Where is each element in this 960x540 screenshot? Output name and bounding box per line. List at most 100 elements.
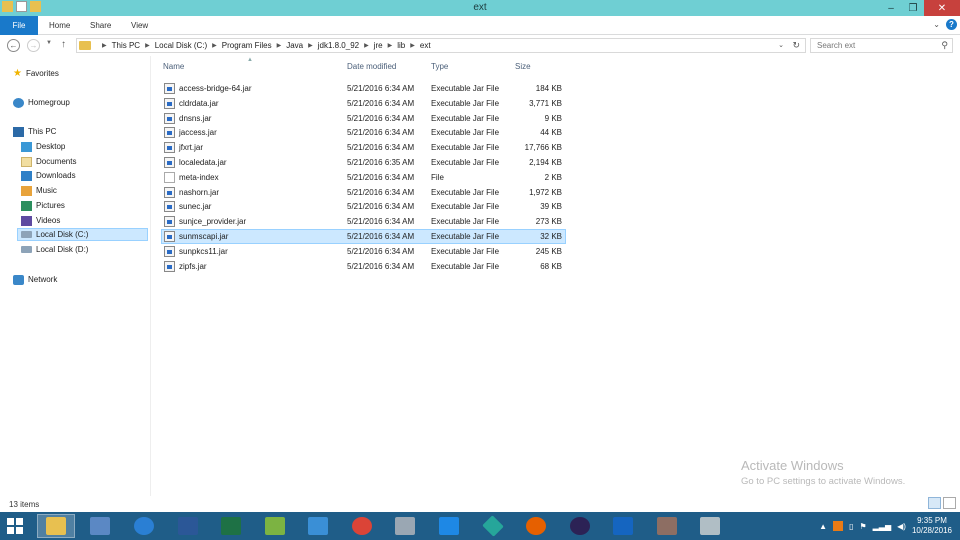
file-type: Executable Jar File	[431, 128, 500, 138]
taskbar-photos[interactable]	[81, 514, 119, 538]
chevron-right-icon[interactable]: ▶	[145, 42, 150, 49]
large-icons-view-button[interactable]	[943, 497, 956, 509]
system-tray: ▲ ▯ ⚑ ▂▃▅ ◀) 9:35 PM 10/28/2016	[819, 512, 952, 540]
nav-music[interactable]: Music	[21, 184, 57, 197]
nav-network[interactable]: Network	[13, 273, 57, 286]
taskbar-notepad-plus[interactable]	[256, 514, 294, 538]
tab-share[interactable]: Share	[90, 16, 111, 35]
taskbar-excel[interactable]	[212, 514, 250, 538]
forward-button[interactable]: →	[27, 39, 40, 52]
nav-downloads[interactable]: Downloads	[21, 169, 76, 182]
column-header-date[interactable]: Date modified	[347, 56, 396, 78]
breadcrumb-java[interactable]: Java	[286, 41, 303, 50]
tray-app-icon[interactable]	[833, 521, 844, 531]
nav-network-label: Network	[28, 275, 58, 284]
nav-favorites[interactable]: ★ Favorites	[13, 67, 59, 80]
show-hidden-icons-icon[interactable]: ▲	[819, 522, 827, 531]
nav-desktop[interactable]: Desktop	[21, 140, 65, 153]
breadcrumb-jdk[interactable]: jdk1.8.0_92	[318, 41, 359, 50]
up-button[interactable]: ↑	[61, 39, 66, 50]
start-button[interactable]	[0, 512, 30, 540]
nav-videos[interactable]: Videos	[21, 214, 60, 227]
taskbar-app-upload[interactable]	[430, 514, 468, 538]
nav-local-disk-c[interactable]: Local Disk (C:)	[17, 228, 148, 241]
close-button[interactable]: ✕	[924, 0, 960, 16]
help-icon[interactable]: ?	[946, 19, 957, 30]
nav-local-disk-d[interactable]: Local Disk (D:)	[21, 243, 88, 256]
file-name: access-bridge-64.jar	[179, 84, 252, 93]
taskbar-app-notes[interactable]	[691, 514, 729, 538]
taskbar-eclipse[interactable]	[561, 514, 599, 538]
column-header-name[interactable]: Name	[163, 56, 184, 78]
breadcrumb-local-disk-c[interactable]: Local Disk (C:)	[155, 41, 207, 50]
taskbar-wireshark[interactable]	[604, 514, 642, 538]
file-row[interactable]: cldrdata.jar 5/21/2016 6:34 AM Executabl…	[161, 96, 566, 111]
file-row[interactable]: sunpkcs11.jar 5/21/2016 6:34 AM Executab…	[161, 244, 566, 259]
taskbar-app-tools[interactable]	[386, 514, 424, 538]
folder-icon	[79, 41, 91, 50]
chevron-right-icon[interactable]: ▶	[277, 42, 282, 49]
tab-home[interactable]: Home	[49, 16, 70, 35]
taskbar-word[interactable]	[169, 514, 207, 538]
details-view-button[interactable]	[928, 497, 941, 509]
nav-documents[interactable]: Documents	[21, 155, 76, 168]
chevron-right-icon[interactable]: ▶	[410, 42, 415, 49]
search-input[interactable]: Search ext ⚲	[810, 38, 953, 53]
nav-pictures[interactable]: Pictures	[21, 199, 65, 212]
file-row[interactable]: jaccess.jar 5/21/2016 6:34 AM Executable…	[161, 125, 566, 140]
breadcrumb-lib[interactable]: lib	[397, 41, 405, 50]
file-type: Executable Jar File	[431, 231, 500, 241]
taskbar-ide[interactable]	[648, 514, 686, 538]
nav-this-pc[interactable]: This PC	[13, 125, 56, 138]
clock[interactable]: 9:35 PM 10/28/2016	[912, 516, 952, 536]
chevron-right-icon[interactable]: ▶	[212, 42, 217, 49]
chevron-right-icon[interactable]: ▶	[364, 42, 369, 49]
chevron-right-icon[interactable]: ▶	[102, 42, 107, 49]
file-row[interactable]: localedata.jar 5/21/2016 6:35 AM Executa…	[161, 155, 566, 170]
file-size: 1,972 KB	[529, 187, 562, 197]
breadcrumb-this-pc[interactable]: This PC	[112, 41, 140, 50]
search-icon[interactable]: ⚲	[941, 39, 948, 52]
volume-icon[interactable]: ◀)	[897, 522, 906, 531]
wifi-icon[interactable]: ▂▃▅	[873, 522, 891, 531]
taskbar-file-explorer[interactable]	[37, 514, 75, 538]
taskbar-firefox[interactable]	[517, 514, 555, 538]
breadcrumb-program-files[interactable]: Program Files	[222, 41, 272, 50]
file-type: Executable Jar File	[431, 202, 500, 212]
minimize-button[interactable]: –	[880, 0, 902, 16]
file-row[interactable]: jfxrt.jar 5/21/2016 6:34 AM Executable J…	[161, 140, 566, 155]
breadcrumb-jre[interactable]: jre	[374, 41, 383, 50]
column-header-size[interactable]: Size	[515, 56, 531, 78]
file-row[interactable]: zipfs.jar 5/21/2016 6:34 AM Executable J…	[161, 259, 566, 274]
file-row[interactable]: meta-index 5/21/2016 6:34 AM File 2 KB	[161, 170, 566, 185]
tab-view[interactable]: View	[131, 16, 148, 35]
refresh-icon[interactable]: ↻	[792, 40, 800, 51]
file-row[interactable]: dnsns.jar 5/21/2016 6:34 AM Executable J…	[161, 111, 566, 126]
address-dropdown-icon[interactable]: ⌄	[778, 41, 784, 49]
tab-file[interactable]: File	[0, 16, 38, 35]
taskbar-internet-explorer[interactable]	[125, 514, 163, 538]
expand-ribbon-icon[interactable]: ⌄	[933, 20, 940, 29]
file-row[interactable]: access-bridge-64.jar 5/21/2016 6:34 AM E…	[161, 81, 566, 96]
column-header-type[interactable]: Type	[431, 56, 448, 78]
jar-file-icon	[164, 230, 175, 242]
taskbar-chrome[interactable]	[343, 514, 381, 538]
file-row[interactable]: sunjce_provider.jar 5/21/2016 6:34 AM Ex…	[161, 214, 566, 229]
address-bar[interactable]: ▶ This PC ▶ Local Disk (C:) ▶ Program Fi…	[76, 38, 806, 53]
back-button[interactable]: ←	[7, 39, 20, 52]
file-row[interactable]: sunec.jar 5/21/2016 6:34 AM Executable J…	[161, 199, 566, 214]
restore-button[interactable]: ❐	[902, 0, 924, 16]
file-row[interactable]: nashorn.jar 5/21/2016 6:34 AM Executable…	[161, 185, 566, 200]
flag-icon[interactable]: ⚑	[859, 522, 866, 531]
recent-locations-icon[interactable]: ▼	[46, 40, 52, 46]
notes-icon	[700, 517, 720, 535]
taskbar-app-53[interactable]	[299, 514, 337, 538]
nav-homegroup[interactable]: Homegroup	[13, 96, 70, 109]
chevron-right-icon[interactable]: ▶	[308, 42, 313, 49]
taskbar-app-diamond[interactable]	[474, 514, 512, 538]
file-row-selected[interactable]: sunmscapi.jar 5/21/2016 6:34 AM Executab…	[161, 228, 566, 244]
breadcrumb-ext[interactable]: ext	[420, 41, 431, 50]
battery-icon[interactable]: ▯	[849, 522, 853, 531]
app-53-icon	[308, 517, 328, 535]
chevron-right-icon[interactable]: ▶	[388, 42, 393, 49]
